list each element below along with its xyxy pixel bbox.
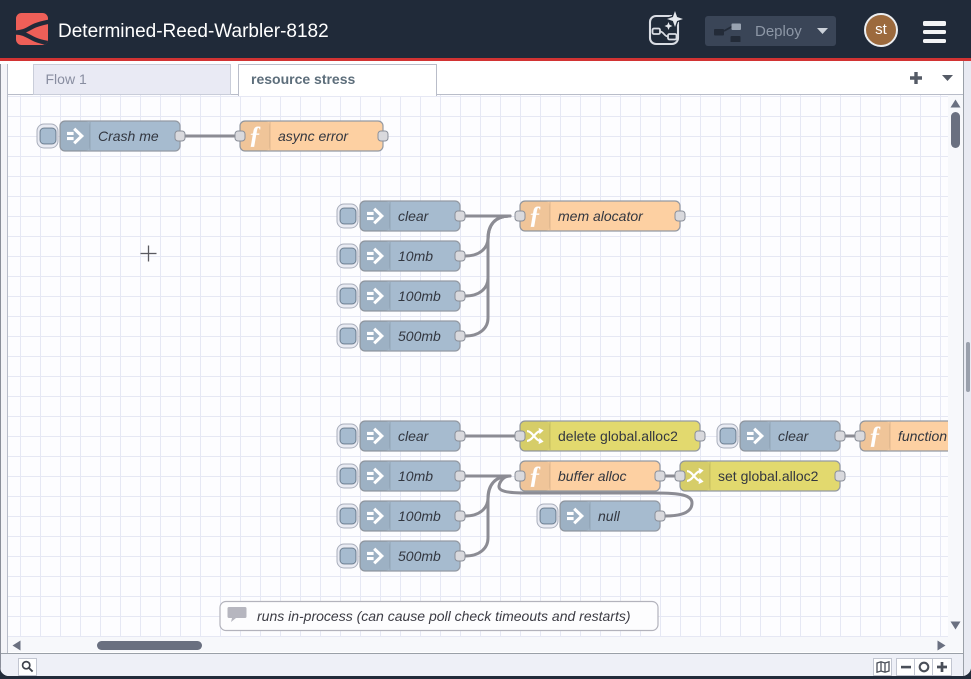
svg-text:ƒ: ƒ [529, 202, 542, 229]
svg-text:100mb: 100mb [398, 288, 441, 304]
svg-text:clear: clear [778, 428, 810, 444]
svg-text:set global.alloc2: set global.alloc2 [718, 468, 819, 484]
svg-text:runs in-process (can cause pol: runs in-process (can cause poll check ti… [257, 608, 631, 624]
svg-text:ƒ: ƒ [529, 462, 542, 489]
svg-text:100mb: 100mb [398, 508, 441, 524]
svg-text:ƒ: ƒ [869, 422, 882, 449]
svg-text:function: function [898, 428, 947, 444]
svg-text:mem alocator: mem alocator [558, 208, 644, 224]
svg-text:clear: clear [398, 208, 430, 224]
svg-text:500mb: 500mb [398, 548, 441, 564]
svg-text:buffer alloc: buffer alloc [558, 468, 626, 484]
svg-text:Crash me: Crash me [98, 128, 159, 144]
svg-text:10mb: 10mb [398, 468, 433, 484]
svg-text:500mb: 500mb [398, 328, 441, 344]
svg-text:ƒ: ƒ [249, 122, 262, 149]
svg-text:delete global.alloc2: delete global.alloc2 [558, 428, 678, 444]
svg-text:async error: async error [278, 128, 349, 144]
svg-text:10mb: 10mb [398, 248, 433, 264]
svg-text:null: null [598, 508, 621, 524]
svg-text:clear: clear [398, 428, 430, 444]
